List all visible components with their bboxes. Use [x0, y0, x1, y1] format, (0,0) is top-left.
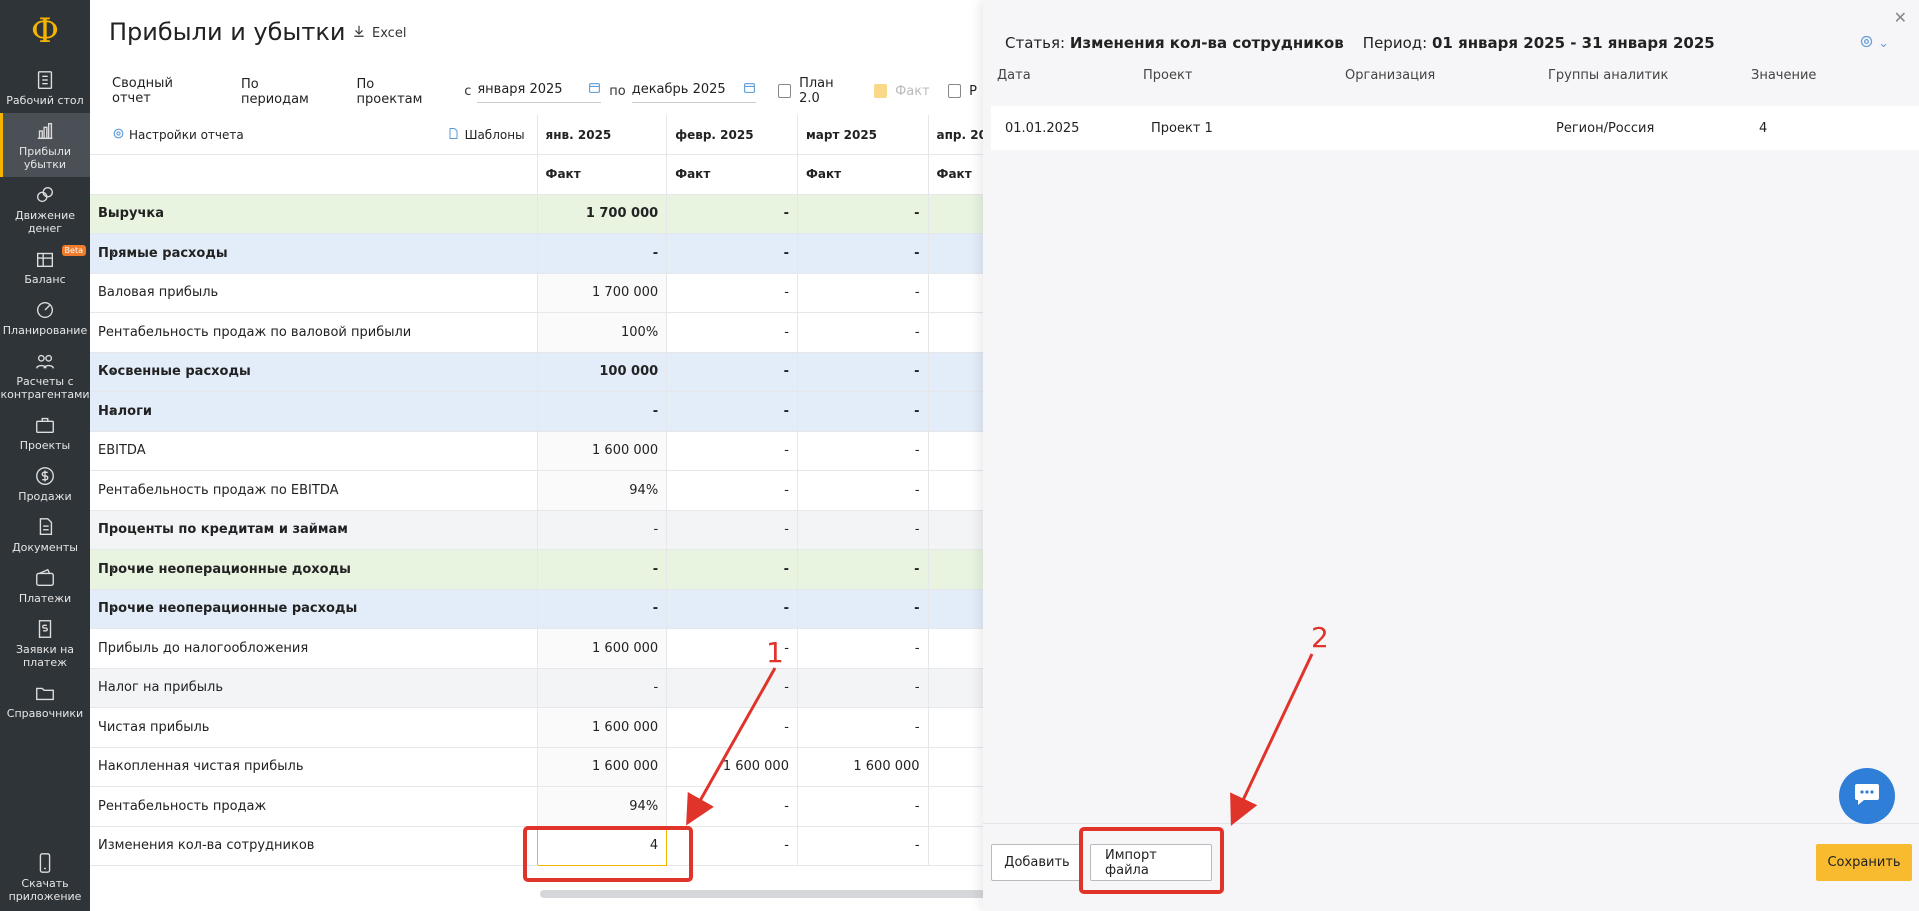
annotation-arrows: [686, 653, 1314, 826]
annotation-arrow-2: [1230, 653, 1314, 826]
annotation-arrow-1: [686, 667, 777, 826]
